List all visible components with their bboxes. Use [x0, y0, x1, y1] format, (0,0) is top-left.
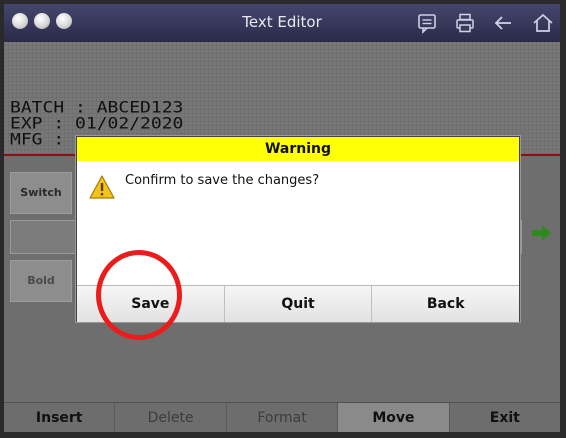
green-arrow-icon[interactable] [530, 224, 552, 242]
quit-button[interactable]: Quit [224, 286, 373, 322]
insert-button[interactable]: Insert [4, 403, 116, 432]
bottom-toolbar: Insert Delete Format Move Exit [4, 402, 560, 432]
dialog-button-row: Save Quit Back [77, 285, 520, 322]
delete-button[interactable]: Delete [115, 403, 227, 432]
home-icon[interactable] [532, 12, 554, 34]
bold-button[interactable]: Bold [10, 260, 72, 302]
dialog-title: Warning [77, 137, 519, 161]
preview-line-mfg: MFG : [10, 130, 65, 149]
back-button[interactable]: Back [372, 286, 520, 322]
dialog-message: Confirm to save the changes? [125, 173, 320, 188]
title-bar: Text Editor [4, 4, 560, 42]
window-title: Text Editor [242, 13, 322, 31]
exit-button[interactable]: Exit [450, 403, 560, 432]
switch-button[interactable]: Switch [10, 172, 72, 214]
back-arrow-icon[interactable] [492, 12, 514, 34]
preview-line-batch: BATCH : ABCED123 [10, 98, 184, 117]
warning-dialog: Warning Confirm to save the changes? Sav… [76, 136, 520, 322]
warning-icon [89, 175, 115, 199]
format-button[interactable]: Format [227, 403, 339, 432]
app-window: Text Editor BATCH : ABCED123 EXP : 01/02… [4, 4, 560, 432]
printer-icon[interactable] [454, 12, 476, 34]
save-button[interactable]: Save [77, 286, 225, 322]
move-button[interactable]: Move [338, 403, 450, 432]
message-icon[interactable] [416, 12, 438, 34]
preview-line-exp: EXP : 01/02/2020 [10, 114, 184, 133]
